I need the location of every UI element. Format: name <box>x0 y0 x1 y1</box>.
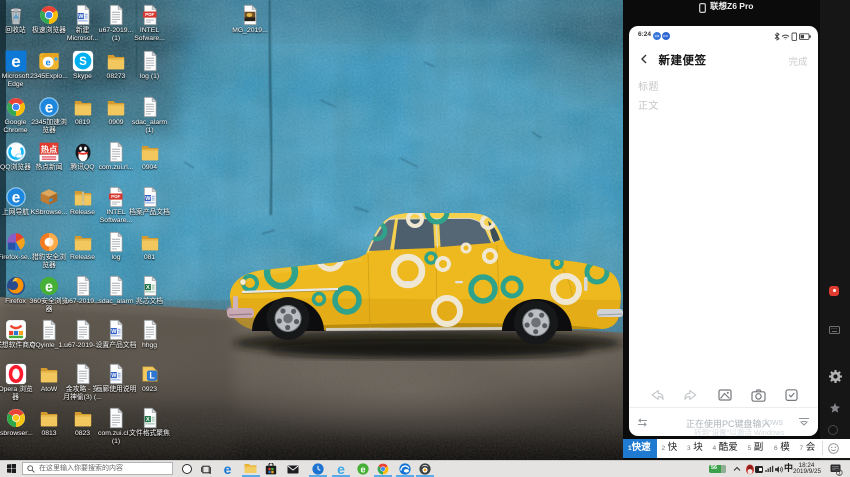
svg-text:e: e <box>45 279 53 295</box>
svg-text:e: e <box>45 100 54 117</box>
svg-text:PDF: PDF <box>111 194 120 199</box>
svg-text:L: L <box>149 371 155 381</box>
svg-text:W: W <box>111 329 117 335</box>
svg-text:e: e <box>360 464 365 474</box>
svg-text:e: e <box>11 52 20 71</box>
svg-text:热点: 热点 <box>41 144 58 154</box>
svg-text:X: X <box>145 285 149 291</box>
svg-text:1: 1 <box>838 470 841 475</box>
svg-text:W: W <box>145 196 151 202</box>
svg-text:e: e <box>46 58 51 68</box>
svg-text:S: S <box>79 56 87 68</box>
svg-text:W: W <box>111 373 117 379</box>
svg-text:e: e <box>11 190 20 207</box>
svg-text:PDF: PDF <box>145 12 154 17</box>
svg-text:W: W <box>78 14 84 20</box>
svg-text:X: X <box>145 417 149 423</box>
